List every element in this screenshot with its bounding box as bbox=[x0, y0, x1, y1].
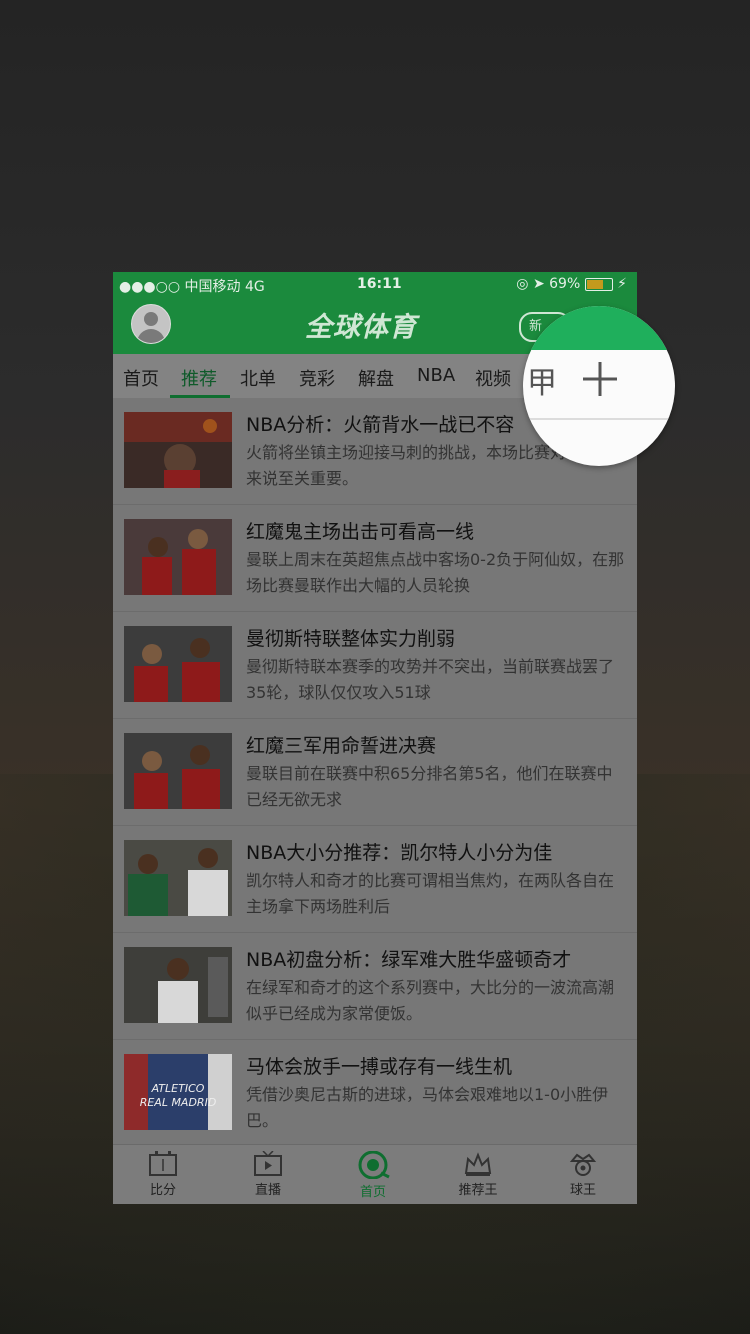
magnifier-callout: 甲 bbox=[523, 306, 675, 466]
article-title: NBA初盘分析：绿军难大胜华盛顿奇才 bbox=[246, 949, 572, 971]
article-title: 马体会放手一搏或存有一线生机 bbox=[246, 1056, 513, 1078]
tab-nba[interactable]: NBA bbox=[417, 365, 455, 386]
tab-home[interactable]: 首页 bbox=[123, 365, 159, 391]
battery-text: ◎ ➤ 69% bbox=[516, 276, 581, 292]
article-thumbnail bbox=[124, 733, 232, 809]
nav-label: 直播 bbox=[254, 1183, 281, 1198]
article-title: 红魔三军用命誓进决赛 bbox=[246, 735, 437, 757]
article-desc: 凯尔特人和奇才的比赛可谓相当焦灼，在两队各自在主场拿下两场胜利后 bbox=[246, 871, 615, 916]
article-desc: 曼联上周末在英超焦点战中客场0-2负于阿仙奴，在那场比赛曼联作出大幅的人员轮换 bbox=[246, 550, 625, 595]
tv-icon bbox=[254, 1151, 282, 1176]
avatar-body bbox=[137, 329, 165, 343]
nav-home[interactable]: 首页 bbox=[333, 1151, 413, 1200]
ball-home-icon bbox=[358, 1151, 390, 1179]
add-tab-icon[interactable] bbox=[581, 360, 619, 398]
status-right: ◎ ➤ 69% ⚡ bbox=[516, 276, 627, 292]
nav-label: 比分 bbox=[149, 1183, 176, 1198]
nav-ball-king[interactable]: 球王 bbox=[543, 1151, 623, 1198]
article-thumbnail bbox=[124, 947, 232, 1023]
article-item[interactable]: 曼彻斯特联整体实力削弱 曼彻斯特联本赛季的攻势并不突出，当前联赛战罢了35轮，球… bbox=[113, 612, 637, 719]
tab-video[interactable]: 视频 bbox=[475, 365, 511, 391]
app-logo: 全球体育 bbox=[305, 312, 417, 343]
status-bar: ●●●○○ 中国移动 4G 16:11 ◎ ➤ 69% ⚡ bbox=[113, 272, 637, 298]
charging-icon: ⚡ bbox=[617, 276, 627, 292]
article-title: NBA分析：火箭背水一战已不容 bbox=[246, 414, 515, 436]
nav-label: 首页 bbox=[359, 1185, 386, 1200]
article-desc: 凭借沙奥尼古斯的进球，马体会艰难地以1-0小胜伊巴。 bbox=[246, 1085, 609, 1130]
article-thumbnail bbox=[124, 412, 232, 488]
article-title: 红魔鬼主场出击可看高一线 bbox=[246, 521, 475, 543]
clock: 16:11 bbox=[357, 276, 402, 292]
king-crown-icon bbox=[569, 1153, 597, 1176]
nav-label: 球王 bbox=[569, 1183, 596, 1198]
battery-icon bbox=[584, 277, 613, 291]
user-avatar[interactable] bbox=[131, 304, 171, 344]
tab-recommend[interactable]: 推荐 bbox=[181, 365, 217, 391]
article-thumbnail bbox=[124, 626, 232, 702]
battery-fill bbox=[586, 279, 604, 289]
tab-beidan[interactable]: 北单 bbox=[240, 365, 276, 391]
article-thumbnail: ATLETICO REAL MADRID bbox=[124, 1054, 232, 1130]
carrier-label: ●●●○○ 中国移动 4G bbox=[119, 279, 265, 295]
thumb-text-realmadrid: REAL MADRID bbox=[140, 1096, 217, 1109]
article-desc: 在绿军和奇才的这个系列赛中，大比分的一波流高潮似乎已经成为家常便饭。 bbox=[246, 978, 615, 1023]
magnifier-divider bbox=[523, 418, 675, 420]
nav-recommend-king[interactable]: 推荐王 bbox=[438, 1151, 518, 1198]
nav-score[interactable]: 比分 bbox=[123, 1151, 203, 1198]
article-desc: 曼联目前在联赛中积65分排名第5名，他们在联赛中已经无欲无求 bbox=[246, 764, 613, 809]
article-item[interactable]: 红魔三军用命誓进决赛 曼联目前在联赛中积65分排名第5名，他们在联赛中已经无欲无… bbox=[113, 719, 637, 826]
thumb-text-atletico: ATLETICO bbox=[151, 1082, 205, 1095]
scoreboard-icon bbox=[149, 1151, 177, 1176]
nav-label: 推荐王 bbox=[458, 1183, 498, 1198]
article-thumbnail bbox=[124, 840, 232, 916]
article-title: 曼彻斯特联整体实力削弱 bbox=[246, 628, 456, 650]
article-thumbnail bbox=[124, 519, 232, 595]
tab-analysis[interactable]: 解盘 bbox=[358, 365, 394, 391]
article-list: NBA分析：火箭背水一战已不容 火箭将坐镇主场迎接马刺的挑战，本场比赛对于火箭来… bbox=[113, 398, 637, 1147]
bottom-nav: 比分 直播 首页 推荐王 球王 bbox=[113, 1144, 637, 1204]
magnifier-partial-tab: 甲 bbox=[527, 366, 557, 401]
crown-icon bbox=[464, 1152, 492, 1176]
article-title: NBA大小分推荐：凯尔特人小分为佳 bbox=[246, 842, 553, 864]
avatar-head bbox=[144, 312, 158, 326]
article-item[interactable]: NBA大小分推荐：凯尔特人小分为佳 凯尔特人和奇才的比赛可谓相当焦灼，在两队各自… bbox=[113, 826, 637, 933]
article-desc: 曼彻斯特联本赛季的攻势并不突出，当前联赛战罢了35轮，球队仅仅攻入51球 bbox=[246, 657, 615, 702]
article-item[interactable]: NBA初盘分析：绿军难大胜华盛顿奇才 在绿军和奇才的这个系列赛中，大比分的一波流… bbox=[113, 933, 637, 1040]
nav-live[interactable]: 直播 bbox=[228, 1151, 308, 1198]
magnifier-header-strip bbox=[523, 306, 675, 350]
article-item[interactable]: ATLETICO REAL MADRID 马体会放手一搏或存有一线生机 凭借沙奥尼… bbox=[113, 1040, 637, 1147]
tab-jingcai[interactable]: 竞彩 bbox=[299, 365, 335, 391]
article-item[interactable]: 红魔鬼主场出击可看高一线 曼联上周末在英超焦点战中客场0-2负于阿仙奴，在那场比… bbox=[113, 505, 637, 612]
